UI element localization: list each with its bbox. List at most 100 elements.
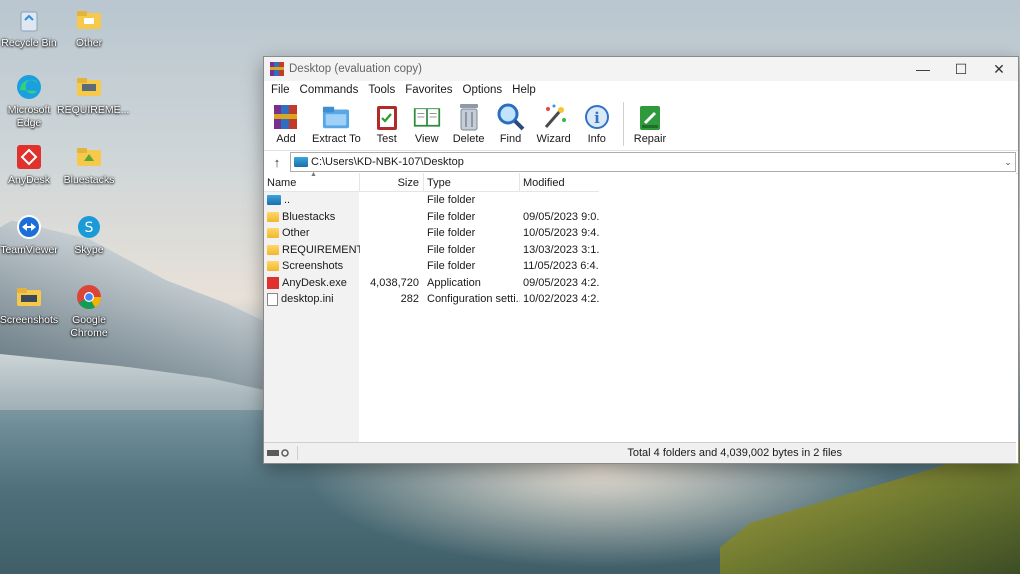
desktop-icon-google-chrome[interactable]: Google Chrome bbox=[57, 283, 121, 340]
menu-tools[interactable]: Tools bbox=[363, 84, 400, 96]
folder-icon bbox=[75, 73, 103, 101]
wizard-wand-icon bbox=[540, 102, 568, 132]
menu-bar: File Commands Tools Favorites Options He… bbox=[264, 81, 1018, 99]
repair-button[interactable]: Repair bbox=[634, 102, 666, 145]
window-title: Desktop (evaluation copy) bbox=[289, 63, 422, 75]
up-arrow-icon[interactable]: ↑ bbox=[264, 155, 290, 170]
desktop-icon-microsoft-edge[interactable]: Microsoft Edge bbox=[0, 73, 61, 130]
winrar-app-icon bbox=[270, 62, 284, 76]
table-row[interactable]: desktop.ini 282 Configuration setti... 1… bbox=[264, 291, 599, 308]
desktop-icon-bluestacks[interactable]: Bluestacks bbox=[57, 143, 121, 187]
desktop-icon-other[interactable]: Other bbox=[57, 6, 121, 50]
test-button[interactable]: Test bbox=[373, 102, 401, 145]
anydesk-file-icon bbox=[267, 276, 279, 289]
file-rows: .. File folder Bluestacks File folder 09… bbox=[264, 192, 599, 308]
file-size: 282 bbox=[400, 293, 419, 306]
table-row[interactable]: .. File folder bbox=[264, 192, 599, 209]
file-name: REQUIREMENTS bbox=[282, 243, 360, 256]
file-name: Screenshots bbox=[282, 260, 344, 273]
chevron-down-icon[interactable]: ⌄ bbox=[1001, 157, 1015, 168]
file-name: Bluestacks bbox=[282, 210, 336, 223]
file-modified: 10/05/2023 9:4... bbox=[523, 227, 599, 240]
view-button[interactable]: View bbox=[413, 102, 441, 145]
close-button[interactable]: ✕ bbox=[980, 57, 1018, 81]
path-text: C:\Users\KD-NBK-107\Desktop bbox=[311, 156, 464, 168]
toolbar: Add Extract To Test View Delete Find Wiz… bbox=[264, 99, 1018, 151]
folder-icon bbox=[267, 244, 279, 255]
file-modified: 13/03/2023 3:1... bbox=[523, 243, 599, 256]
chrome-icon bbox=[75, 283, 103, 311]
table-row[interactable]: Screenshots File folder 11/05/2023 6:4..… bbox=[264, 258, 599, 275]
folder-icon bbox=[267, 261, 279, 272]
column-name-label: Name bbox=[267, 177, 297, 189]
menu-commands[interactable]: Commands bbox=[295, 84, 364, 96]
column-header-modified[interactable]: Modified bbox=[520, 173, 599, 191]
file-list[interactable]: Name ▲ Size Type Modified .. File folder… bbox=[264, 171, 1016, 442]
column-size-label: Size bbox=[397, 177, 419, 189]
find-button[interactable]: Find bbox=[497, 102, 525, 145]
column-header-name[interactable]: Name ▲ bbox=[264, 171, 360, 191]
folder-icon bbox=[267, 228, 279, 239]
desktop-icon-teamviewer[interactable]: TeamViewer bbox=[0, 213, 61, 257]
file-list-header: Name ▲ Size Type Modified bbox=[264, 171, 599, 192]
folder-icon bbox=[15, 283, 43, 311]
file-type: File folder bbox=[427, 243, 476, 256]
file-name: .. bbox=[284, 194, 291, 207]
drive-key-icon[interactable] bbox=[264, 446, 298, 460]
desktop-icon-skype[interactable]: S Skype bbox=[57, 213, 121, 257]
teamviewer-icon bbox=[15, 213, 43, 241]
table-row[interactable]: Other File folder 10/05/2023 9:4... bbox=[264, 225, 599, 242]
file-modified: 09/05/2023 4:2... bbox=[523, 276, 599, 289]
add-button[interactable]: Add bbox=[272, 102, 300, 145]
parent-folder-icon bbox=[267, 195, 281, 206]
file-name: AnyDesk.exe bbox=[282, 276, 347, 289]
file-type: File folder bbox=[427, 210, 476, 223]
find-magnifier-icon bbox=[497, 102, 525, 132]
sort-ascending-icon: ▲ bbox=[310, 171, 317, 178]
extract-folder-icon bbox=[322, 102, 350, 132]
desktop-icon-screenshots[interactable]: Screenshots bbox=[0, 283, 61, 327]
info-button[interactable]: i Info bbox=[583, 102, 611, 145]
column-header-size[interactable]: Size bbox=[360, 173, 424, 191]
minimize-button[interactable]: — bbox=[904, 57, 942, 81]
toolbar-separator bbox=[622, 102, 624, 146]
skype-icon: S bbox=[75, 213, 103, 241]
table-row[interactable]: Bluestacks File folder 09/05/2023 9:0... bbox=[264, 209, 599, 226]
add-archive-icon bbox=[272, 102, 300, 132]
column-header-type[interactable]: Type bbox=[424, 173, 520, 191]
edge-icon bbox=[15, 73, 43, 101]
table-row[interactable]: REQUIREMENTS File folder 13/03/2023 3:1.… bbox=[264, 242, 599, 259]
extract-to-button[interactable]: Extract To bbox=[312, 102, 361, 145]
drive-folder-icon bbox=[294, 157, 308, 167]
folder-icon bbox=[75, 6, 103, 34]
file-modified: 11/05/2023 6:4... bbox=[523, 260, 599, 273]
address-bar: ↑ C:\Users\KD-NBK-107\Desktop ⌄ bbox=[264, 151, 1018, 174]
anydesk-icon bbox=[15, 143, 43, 171]
menu-file[interactable]: File bbox=[266, 84, 295, 96]
menu-options[interactable]: Options bbox=[458, 84, 508, 96]
file-modified: 10/02/2023 4:2... bbox=[523, 293, 599, 306]
menu-favorites[interactable]: Favorites bbox=[400, 84, 457, 96]
winrar-window: Desktop (evaluation copy) — ☐ ✕ File Com… bbox=[263, 56, 1019, 464]
desktop-icon-requirements[interactable]: REQUIREME... bbox=[57, 73, 129, 117]
table-row[interactable]: AnyDesk.exe 4,038,720 Application 09/05/… bbox=[264, 275, 599, 292]
file-type: File folder bbox=[427, 227, 476, 240]
file-size: 4,038,720 bbox=[370, 276, 419, 289]
wizard-button[interactable]: Wizard bbox=[537, 102, 571, 145]
desktop-icon-anydesk[interactable]: AnyDesk bbox=[0, 143, 61, 187]
path-input[interactable]: C:\Users\KD-NBK-107\Desktop ⌄ bbox=[290, 152, 1016, 172]
folder-icon bbox=[75, 143, 103, 171]
file-name: Other bbox=[282, 227, 310, 240]
title-bar[interactable]: Desktop (evaluation copy) — ☐ ✕ bbox=[264, 57, 1018, 81]
view-book-icon bbox=[413, 102, 441, 132]
column-modified-label: Modified bbox=[523, 177, 565, 189]
maximize-button[interactable]: ☐ bbox=[942, 57, 980, 81]
folder-icon bbox=[267, 211, 279, 222]
file-type: Configuration setti... bbox=[427, 293, 520, 306]
desktop-icon-recycle-bin[interactable]: Recycle Bin bbox=[0, 6, 61, 50]
info-icon: i bbox=[583, 102, 611, 132]
repair-kit-icon bbox=[636, 102, 664, 132]
menu-help[interactable]: Help bbox=[507, 84, 541, 96]
status-bar: Total 4 folders and 4,039,002 bytes in 2… bbox=[264, 442, 1016, 463]
delete-button[interactable]: Delete bbox=[453, 102, 485, 145]
